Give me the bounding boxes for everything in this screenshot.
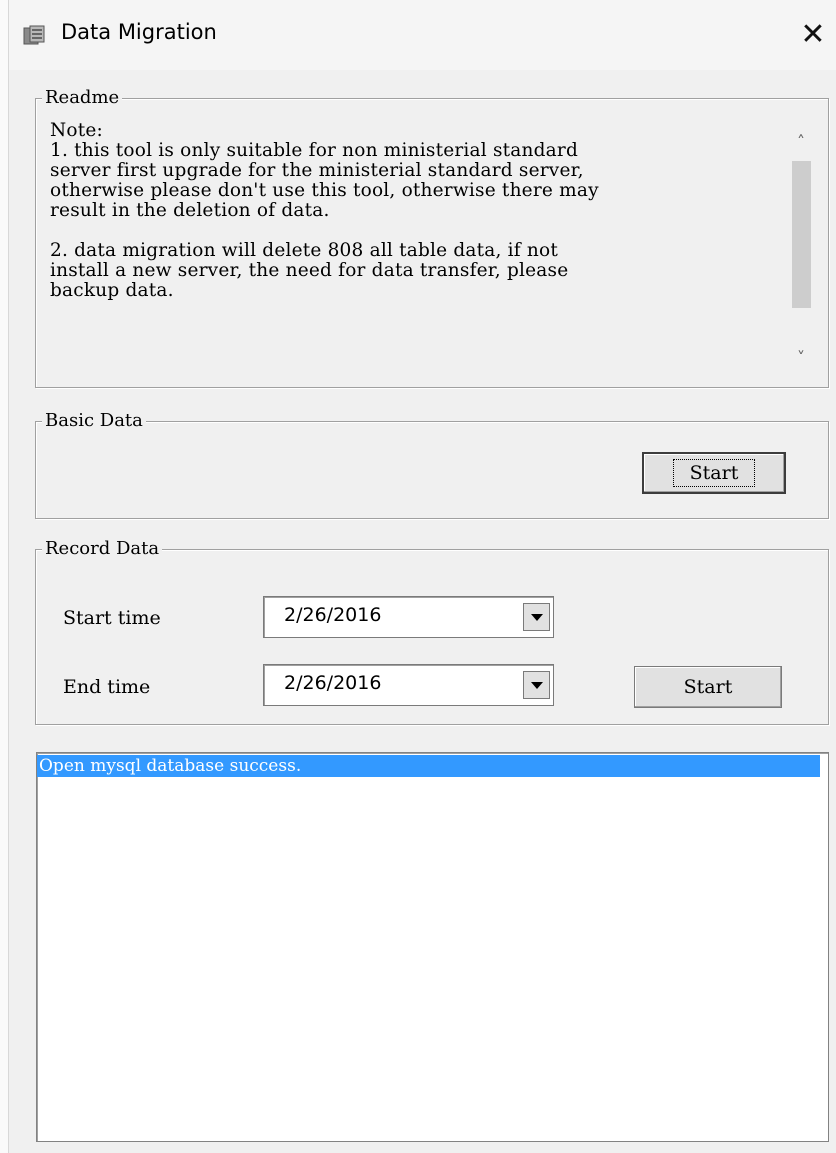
record-data-start-label: Start bbox=[683, 676, 733, 698]
scrollbar-thumb[interactable] bbox=[792, 161, 811, 308]
background-window-edge bbox=[0, 0, 9, 1153]
end-time-label: End time bbox=[63, 676, 151, 698]
close-icon: ✕ bbox=[800, 16, 826, 52]
window-title: Data Migration bbox=[61, 20, 217, 44]
record-data-start-button[interactable]: Start bbox=[634, 666, 782, 708]
basic-data-start-label: Start bbox=[672, 459, 756, 487]
database-tool-icon bbox=[23, 25, 45, 45]
start-time-label: Start time bbox=[63, 607, 161, 629]
record-data-legend: Record Data bbox=[42, 539, 163, 559]
readme-text: Note: 1. this tool is only suitable for … bbox=[50, 120, 599, 301]
chevron-down-icon bbox=[530, 613, 543, 621]
start-time-dropdown-button[interactable] bbox=[523, 603, 550, 631]
close-button[interactable]: ✕ bbox=[790, 14, 836, 54]
chevron-down-icon bbox=[530, 681, 543, 689]
end-time-value: 2/26/2016 bbox=[284, 672, 382, 694]
end-time-dropdown-button[interactable] bbox=[523, 671, 550, 699]
basic-data-start-button[interactable]: Start bbox=[642, 452, 786, 494]
basic-data-legend: Basic Data bbox=[42, 411, 146, 431]
basic-data-group: Basic Data Start bbox=[35, 411, 829, 519]
end-time-picker[interactable]: 2/26/2016 bbox=[263, 664, 554, 706]
readme-group: Readme Note: 1. this tool is only suitab… bbox=[35, 88, 829, 388]
readme-scrollbar[interactable]: ˄ ˅ bbox=[786, 131, 816, 367]
start-time-value: 2/26/2016 bbox=[284, 604, 382, 626]
start-time-picker[interactable]: 2/26/2016 bbox=[263, 596, 554, 638]
log-list[interactable]: Open mysql database success. bbox=[36, 752, 829, 1142]
scroll-up-icon[interactable]: ˄ bbox=[786, 131, 816, 151]
record-data-group: Record Data Start time 2/26/2016 End tim… bbox=[35, 539, 829, 725]
title-bar[interactable]: Data Migration ✕ bbox=[9, 0, 836, 70]
scroll-down-icon[interactable]: ˅ bbox=[786, 347, 816, 367]
data-migration-dialog: Data Migration ✕ Readme Note: 1. this to… bbox=[9, 0, 836, 1153]
readme-legend: Readme bbox=[42, 88, 123, 108]
log-list-item-selected[interactable]: Open mysql database success. bbox=[37, 755, 820, 777]
